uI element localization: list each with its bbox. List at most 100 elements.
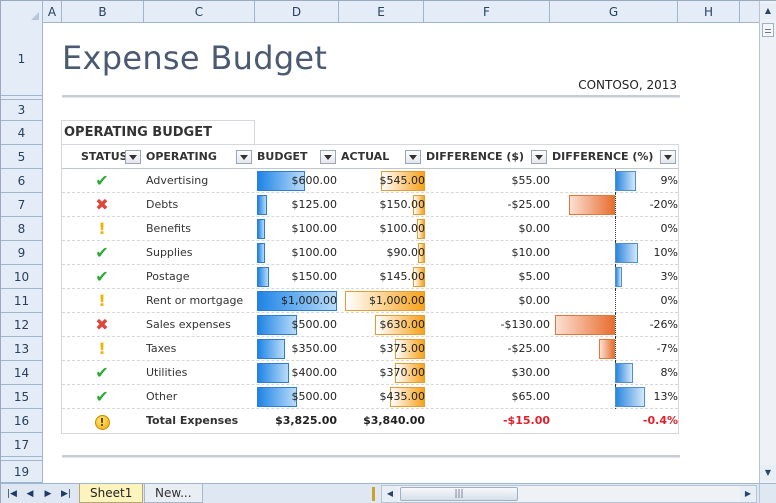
row-header-10[interactable]: 10: [1, 265, 42, 289]
column-header-b[interactable]: B: [62, 1, 144, 23]
table-row[interactable]: ! Rent or mortgage $1,000.00 $1,000.00 $0.00…: [62, 289, 678, 313]
total-difference-pct[interactable]: -0.4%: [552, 409, 678, 433]
sheet-grid[interactable]: Expense Budget CONTOSO, 2013 OPERATING B…: [44, 23, 759, 483]
row-header-14[interactable]: 14: [1, 361, 42, 385]
row-header-5[interactable]: 5: [1, 145, 42, 169]
difference-value[interactable]: $65.00: [426, 385, 551, 409]
scroll-down-icon[interactable]: ▼: [760, 465, 776, 481]
row-header-9[interactable]: 9: [1, 241, 42, 265]
first-sheet-icon[interactable]: |◀: [5, 487, 19, 501]
column-header-g[interactable]: G: [550, 1, 678, 23]
column-header-e[interactable]: E: [339, 1, 424, 23]
horizontal-scroll-thumb[interactable]: |||: [400, 487, 518, 501]
column-header-h[interactable]: H: [678, 1, 740, 23]
tab-splitter-handle[interactable]: [372, 487, 375, 501]
actual-value[interactable]: $370.00: [341, 361, 426, 385]
difference-value[interactable]: $0.00: [426, 217, 551, 241]
actual-value[interactable]: $630.00: [341, 313, 426, 337]
tab-sheet1[interactable]: Sheet1: [79, 484, 144, 503]
tab-new-sheet[interactable]: New...: [144, 484, 203, 503]
budget-value[interactable]: $350.00: [257, 337, 338, 361]
actual-value[interactable]: $150.00: [341, 193, 426, 217]
budget-value[interactable]: $600.00: [257, 169, 338, 193]
difference-pct-value[interactable]: -7%: [552, 337, 678, 361]
row-header-11[interactable]: 11: [1, 289, 42, 313]
expense-name[interactable]: Supplies: [146, 241, 256, 265]
actual-value[interactable]: $100.00: [341, 217, 426, 241]
difference-pct-value[interactable]: 0%: [552, 289, 678, 313]
horizontal-scrollbar[interactable]: ◀ ||| ▶: [381, 485, 757, 503]
total-budget[interactable]: $3,825.00: [257, 409, 337, 433]
budget-value[interactable]: $400.00: [257, 361, 338, 385]
difference-value[interactable]: $55.00: [426, 169, 551, 193]
budget-value[interactable]: $100.00: [257, 241, 338, 265]
prev-sheet-icon[interactable]: ◀: [23, 487, 37, 501]
row-header-13[interactable]: 13: [1, 337, 42, 361]
column-header-a[interactable]: A: [43, 1, 62, 23]
difference-pct-value[interactable]: 9%: [552, 169, 678, 193]
row-header-17[interactable]: 17: [1, 433, 42, 457]
expense-name[interactable]: Other: [146, 385, 256, 409]
budget-value[interactable]: $500.00: [257, 385, 338, 409]
difference-pct-value[interactable]: -26%: [552, 313, 678, 337]
budget-value[interactable]: $100.00: [257, 217, 338, 241]
difference-pct-value[interactable]: -20%: [552, 193, 678, 217]
total-actual[interactable]: $3,840.00: [341, 409, 425, 433]
row-header-3[interactable]: 3: [1, 100, 42, 121]
column-header-f[interactable]: F: [424, 1, 550, 23]
operating-filter-dropdown-icon[interactable]: [236, 150, 252, 164]
actual-value[interactable]: $145.00: [341, 265, 426, 289]
expense-name[interactable]: Sales expenses: [146, 313, 256, 337]
total-difference[interactable]: -$15.00: [426, 409, 550, 433]
select-all-corner[interactable]: [1, 1, 43, 23]
difference-value[interactable]: -$130.00: [426, 313, 550, 337]
expense-name[interactable]: Utilities: [146, 361, 256, 385]
budget-value[interactable]: $125.00: [257, 193, 338, 217]
next-sheet-icon[interactable]: ▶: [41, 487, 55, 501]
expense-name[interactable]: Postage: [146, 265, 256, 289]
table-row[interactable]: ✔ Advertising $600.00 $545.00 $55.00 9%: [62, 169, 678, 193]
row-header-8[interactable]: 8: [1, 217, 42, 241]
actual-value[interactable]: $375.00: [341, 337, 426, 361]
row-header-6[interactable]: 6: [1, 169, 42, 193]
row-header-16[interactable]: 16: [1, 409, 42, 433]
last-sheet-icon[interactable]: ▶|: [59, 487, 73, 501]
scroll-left-icon[interactable]: ◀: [382, 486, 398, 502]
row-header-7[interactable]: 7: [1, 193, 42, 217]
table-row[interactable]: ✔ Utilities $400.00 $370.00 $30.00 8%: [62, 361, 678, 385]
actual-value[interactable]: $1,000.00: [341, 289, 425, 313]
difference-pct-value[interactable]: 3%: [552, 265, 678, 289]
vertical-scrollbar[interactable]: ▲ ▼: [759, 1, 776, 483]
actual-value[interactable]: $545.00: [341, 169, 426, 193]
scroll-up-icon[interactable]: ▲: [760, 3, 776, 19]
expense-name[interactable]: Taxes: [146, 337, 256, 361]
row-header-15[interactable]: 15: [1, 385, 42, 409]
total-row[interactable]: ! Total Expenses $3,825.00 $3,840.00 -$15.00…: [62, 409, 678, 433]
expense-name[interactable]: Rent or mortgage: [146, 289, 256, 313]
actual-value[interactable]: $435.00: [341, 385, 426, 409]
actual-filter-dropdown-icon[interactable]: [405, 150, 421, 164]
company-year-label[interactable]: CONTOSO, 2013: [444, 78, 677, 92]
page-title[interactable]: Expense Budget: [62, 39, 327, 77]
budget-value[interactable]: $1,000.00: [257, 289, 337, 313]
difference-pct-value[interactable]: 8%: [552, 361, 678, 385]
row-header-12[interactable]: 12: [1, 313, 42, 337]
difference-pct-value[interactable]: 13%: [552, 385, 678, 409]
difference-pct-value[interactable]: 0%: [552, 217, 678, 241]
row-header-19[interactable]: 19: [1, 461, 42, 483]
table-row[interactable]: ✔ Other $500.00 $435.00 $65.00 13%: [62, 385, 678, 409]
table-row[interactable]: ✖ Sales expenses $500.00 $630.00 -$130.00 -26…: [62, 313, 678, 337]
difference-value[interactable]: $30.00: [426, 361, 551, 385]
total-label[interactable]: Total Expenses: [146, 409, 256, 433]
difference-value[interactable]: $0.00: [426, 289, 551, 313]
difference-pct-filter-dropdown-icon[interactable]: [660, 150, 676, 164]
status-filter-dropdown-icon[interactable]: [125, 150, 141, 164]
difference-value[interactable]: -$25.00: [426, 337, 550, 361]
column-header-d[interactable]: D: [255, 1, 339, 23]
budget-filter-dropdown-icon[interactable]: [320, 150, 336, 164]
difference-value[interactable]: $5.00: [426, 265, 551, 289]
difference-pct-value[interactable]: 10%: [552, 241, 678, 265]
table-row[interactable]: ✔ Postage $150.00 $145.00 $5.00 3%: [62, 265, 678, 289]
table-row[interactable]: ! Taxes $350.00 $375.00 -$25.00 -7%: [62, 337, 678, 361]
difference-value[interactable]: $10.00: [426, 241, 551, 265]
